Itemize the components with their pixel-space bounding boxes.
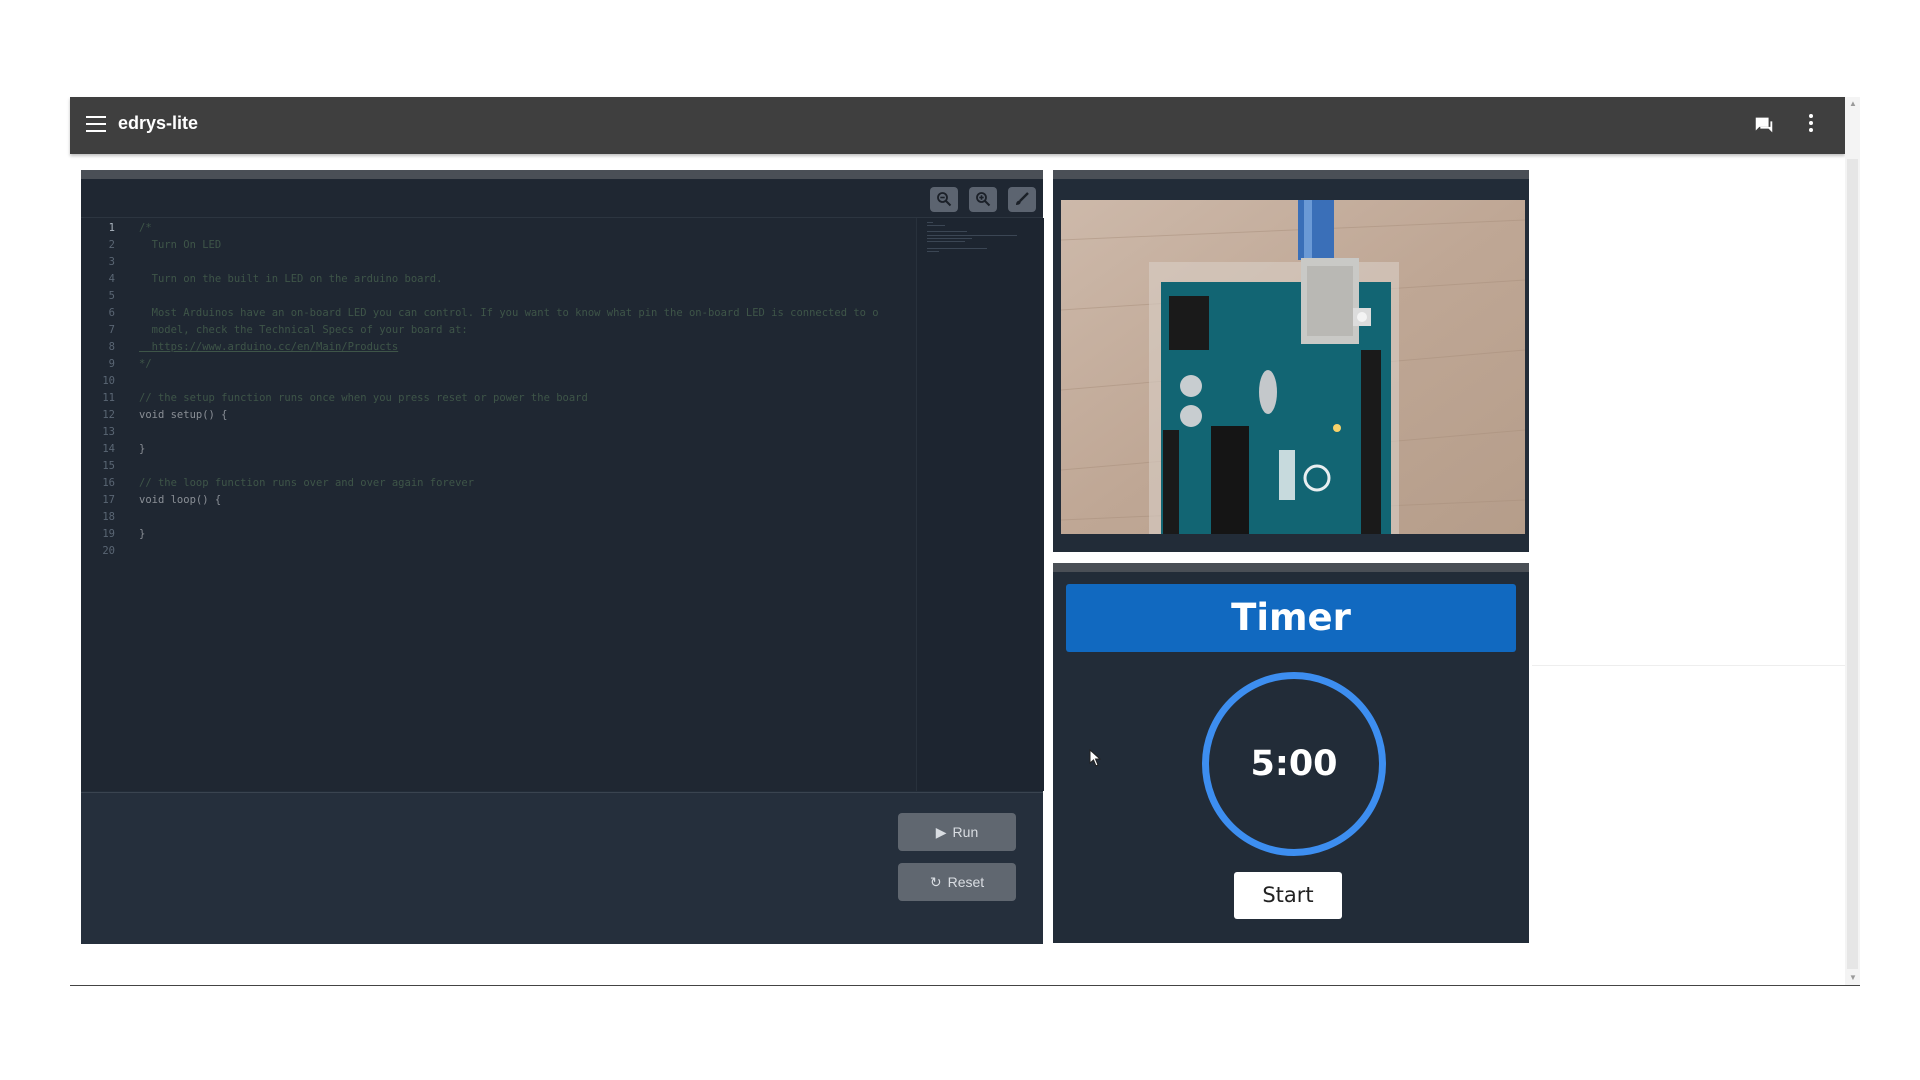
reset-icon: ↻ — [929, 874, 942, 890]
code-minimap[interactable] — [916, 218, 1044, 791]
mouse-pointer-icon — [1089, 748, 1102, 772]
code-line: 16// the loop function runs over and ove… — [102, 477, 475, 489]
code-line: 11// the setup function runs once when y… — [102, 392, 588, 404]
output-console: ▶ Run ↻ Reset — [81, 792, 1043, 944]
editor-toolbar — [81, 179, 1043, 218]
format-button[interactable] — [1008, 187, 1036, 212]
brush-icon — [1016, 192, 1029, 205]
code-text-area[interactable]: 1/* 2 Turn On LED 3 4 Turn on the built … — [81, 218, 916, 791]
code-line: 7 model, check the Technical Specs of yo… — [108, 324, 468, 336]
module-header-bar — [1053, 563, 1529, 572]
bottom-divider — [70, 985, 1860, 986]
code-line: 3 — [108, 256, 115, 268]
code-line: 2 Turn On LED — [108, 239, 222, 251]
code-line: 14} — [102, 443, 146, 455]
app-window: edrys-lite ▲ ▼ 1/* 2 Turn On LED 3 4 Tur… — [70, 97, 1860, 986]
code-line: 9 */ — [108, 358, 152, 370]
timer-header: Timer — [1066, 584, 1516, 652]
timer-title: Timer — [1231, 596, 1351, 639]
camera-stream-module — [1053, 170, 1529, 552]
code-line: 20 — [102, 545, 115, 557]
code-line: 5 — [108, 290, 115, 302]
code-line: 18 — [102, 511, 115, 523]
run-button[interactable]: ▶ Run — [898, 813, 1016, 851]
zoom-in-icon — [976, 192, 991, 207]
code-line: 12 void setup() { — [102, 409, 228, 421]
chat-icon[interactable] — [1753, 114, 1775, 136]
code-line: 8 https://www.arduino.cc/en/Main/Product… — [108, 341, 399, 353]
divider — [1532, 665, 1845, 666]
top-app-bar: edrys-lite — [70, 97, 1845, 154]
timer-module: Timer 5:00 Start — [1053, 563, 1529, 943]
timer-countdown: 5:00 — [1250, 744, 1338, 784]
code-line: 19} — [102, 528, 146, 540]
zoom-out-icon — [937, 192, 952, 207]
zoom-out-button[interactable] — [930, 187, 958, 212]
module-header-bar — [81, 170, 1043, 179]
products-link[interactable]: https://www.arduino.cc/en/Main/Products — [139, 341, 399, 353]
code-line: 15 — [102, 460, 115, 472]
code-line: 10 — [102, 375, 115, 387]
code-line: 6 Most Arduinos have an on-board LED you… — [108, 307, 879, 319]
app-title: edrys-lite — [118, 113, 199, 133]
zoom-in-button[interactable] — [969, 187, 997, 212]
scroll-up-arrow[interactable]: ▲ — [1849, 99, 1857, 108]
more-vert-icon[interactable] — [1807, 114, 1815, 136]
play-icon: ▶ — [935, 824, 947, 840]
start-button[interactable]: Start — [1234, 872, 1342, 919]
module-header-bar — [1053, 170, 1529, 179]
menu-icon[interactable] — [86, 116, 106, 134]
code-line: 1/* — [108, 222, 152, 234]
arduino-board-camera-feed — [1061, 200, 1525, 534]
reset-button[interactable]: ↻ Reset — [898, 863, 1016, 901]
code-editor-module: 1/* 2 Turn On LED 3 4 Turn on the built … — [81, 170, 1044, 944]
code-line: 4 Turn on the built in LED on the arduin… — [108, 273, 443, 285]
scroll-down-arrow[interactable]: ▼ — [1849, 973, 1857, 982]
code-line: 17 void loop() { — [102, 494, 222, 506]
page-scrollbar-thumb[interactable] — [1847, 159, 1858, 969]
code-line: 13 — [102, 426, 115, 438]
